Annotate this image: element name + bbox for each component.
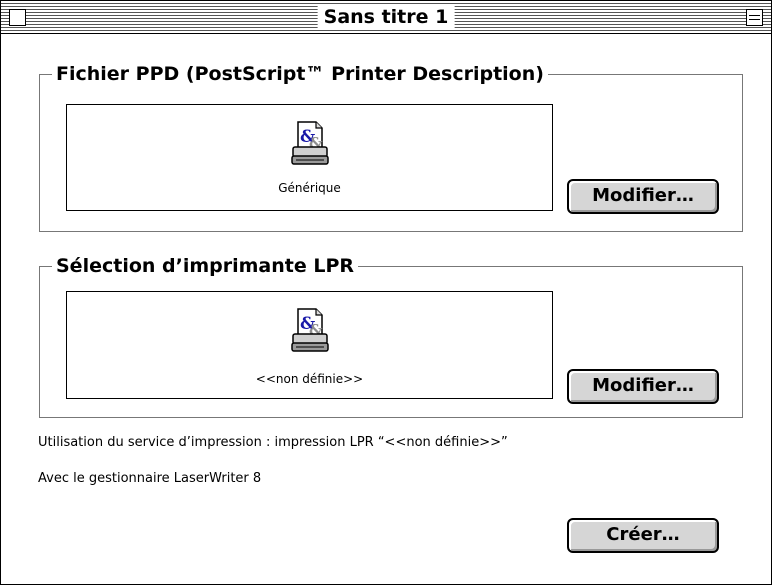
ppd-group-title: Fichier PPD (PostScript™ Printer Descrip… bbox=[52, 62, 548, 86]
create-button[interactable]: Créer… bbox=[567, 518, 719, 553]
title-bar[interactable]: Sans titre 1 bbox=[1, 1, 771, 34]
collapse-box[interactable] bbox=[746, 9, 763, 26]
close-box[interactable] bbox=[9, 9, 26, 26]
ppd-modify-button[interactable]: Modifier… bbox=[567, 179, 719, 214]
window-title: Sans titre 1 bbox=[317, 6, 455, 28]
ppd-selection-label: Générique bbox=[278, 181, 341, 195]
lpr-selection-box[interactable]: & & <<non définie>> bbox=[66, 291, 553, 399]
printer-document-icon: & & bbox=[290, 120, 330, 166]
printer-document-icon: & & bbox=[290, 307, 330, 353]
lpr-selection-label: <<non définie>> bbox=[255, 372, 364, 386]
driver-info: Avec le gestionnaire LaserWriter 8 bbox=[38, 471, 262, 486]
lpr-modify-button[interactable]: Modifier… bbox=[567, 369, 719, 404]
ppd-selection-box[interactable]: & & Générique bbox=[66, 104, 553, 211]
print-service-info: Utilisation du service d’impression : im… bbox=[38, 435, 508, 450]
lpr-group-title: Sélection d’imprimante LPR bbox=[52, 254, 359, 278]
desktop-printer-window: Sans titre 1 Fichier PPD (PostScript™ Pr… bbox=[0, 0, 772, 585]
